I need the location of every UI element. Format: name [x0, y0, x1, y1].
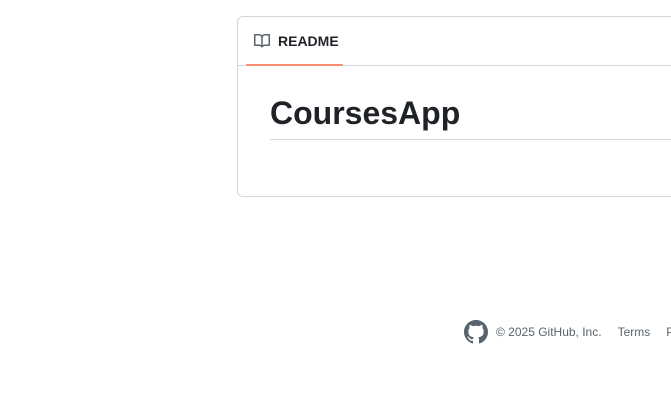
readme-content: CoursesApp [270, 97, 671, 140]
footer: © 2025 GitHub, Inc. Terms P [464, 320, 671, 344]
tab-readme[interactable]: README [246, 17, 343, 66]
footer-link-terms[interactable]: Terms [618, 325, 651, 339]
footer-copyright: © 2025 GitHub, Inc. [496, 325, 602, 339]
page: README CoursesApp © 2025 GitHub, Inc. Te… [0, 0, 671, 416]
github-logo-icon[interactable] [464, 320, 488, 344]
active-tab-underline [246, 64, 343, 66]
readme-heading: CoursesApp [270, 97, 671, 140]
book-icon [254, 33, 271, 49]
readme-tab-bar: README [238, 17, 671, 66]
tab-readme-label: README [278, 33, 339, 49]
readme-panel: README CoursesApp [237, 16, 671, 197]
footer-link-privacy[interactable]: P [666, 325, 671, 339]
